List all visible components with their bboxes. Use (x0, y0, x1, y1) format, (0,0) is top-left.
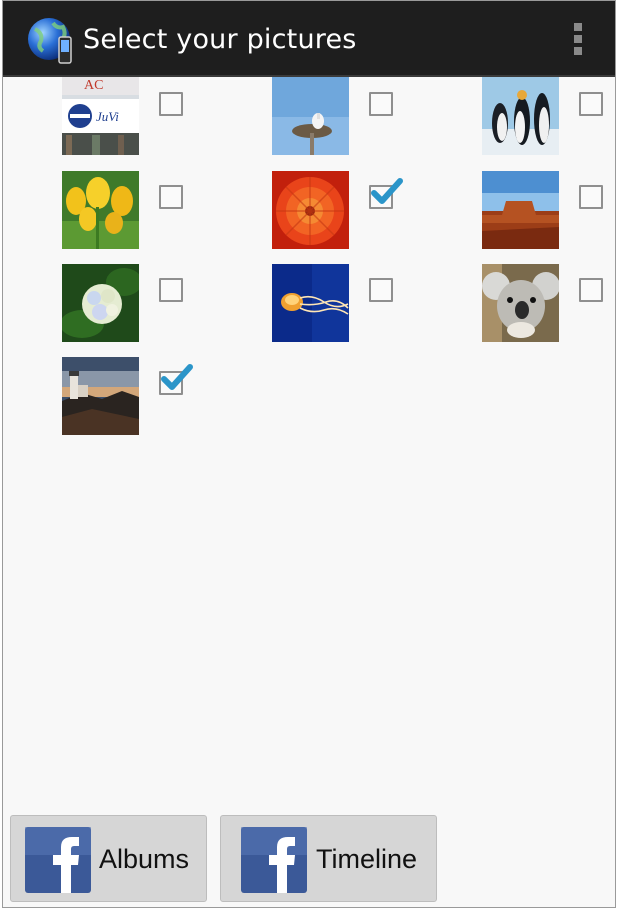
svg-text:JuVi: JuVi (96, 109, 119, 124)
photo-checkbox[interactable] (579, 185, 603, 209)
desert-photo[interactable] (482, 171, 559, 249)
photo-checkbox[interactable] (579, 92, 603, 116)
app-window: Select your pictures AC JuVi Albums Time… (2, 0, 616, 908)
penguins-photo[interactable] (482, 77, 559, 155)
photo-checkbox[interactable] (579, 278, 603, 302)
checkmark-icon (371, 178, 403, 204)
lighthouse-photo[interactable] (62, 357, 139, 435)
photo-checkbox[interactable] (369, 278, 393, 302)
albums-label: Albums (99, 844, 190, 874)
photo-checkbox[interactable] (159, 364, 193, 395)
chrysanthemum-photo[interactable] (272, 171, 349, 249)
stork-nest-photo[interactable] (272, 77, 349, 155)
photo-grid: AC JuVi (3, 77, 615, 797)
photo-checkbox[interactable] (159, 92, 183, 116)
photo-checkbox[interactable] (369, 92, 393, 116)
globe-phone-icon[interactable] (25, 15, 77, 67)
tulips-photo[interactable] (62, 171, 139, 249)
albums-button[interactable]: Albums (10, 815, 207, 902)
sign-photo[interactable]: AC JuVi (62, 77, 139, 155)
overflow-menu-icon[interactable] (571, 23, 585, 57)
jellyfish-photo[interactable] (272, 264, 349, 342)
facebook-icon (241, 827, 307, 893)
page-title: Select your pictures (83, 24, 357, 55)
facebook-icon (25, 827, 91, 893)
svg-text:AC: AC (84, 78, 103, 93)
photo-checkbox[interactable] (159, 278, 183, 302)
hydrangeas-photo[interactable] (62, 264, 139, 342)
timeline-button[interactable]: Timeline (220, 815, 437, 902)
action-bar: Select your pictures (3, 1, 615, 77)
photo-checkbox[interactable] (369, 178, 403, 209)
timeline-label: Timeline (316, 844, 418, 874)
checkmark-icon (161, 364, 193, 390)
koala-photo[interactable] (482, 264, 559, 342)
photo-checkbox[interactable] (159, 185, 183, 209)
